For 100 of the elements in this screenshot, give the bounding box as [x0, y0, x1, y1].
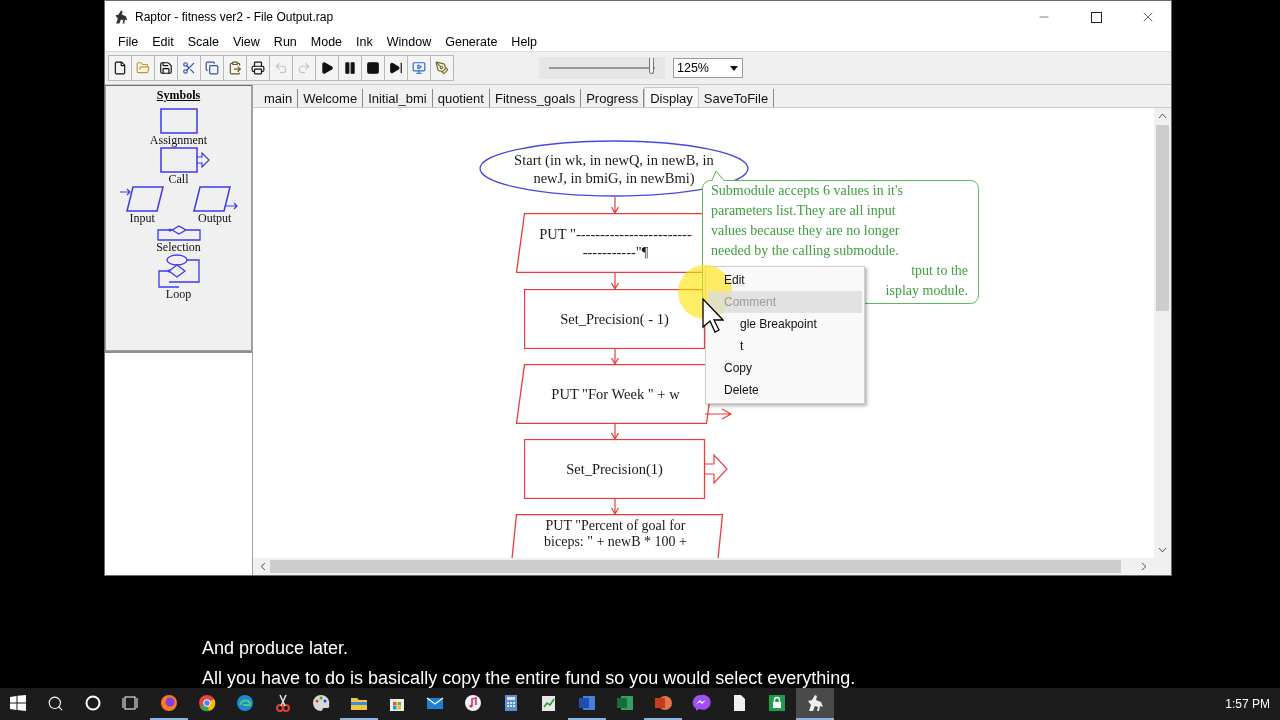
spreadsheet-icon: [615, 693, 635, 713]
copy-button[interactable]: [200, 55, 224, 81]
menu-item[interactable]: Mode: [303, 35, 350, 49]
connector-arrow: [610, 349, 620, 364]
pause-button[interactable]: [338, 55, 362, 81]
task-view-icon: [122, 695, 140, 711]
music-note-icon: [463, 693, 483, 713]
panel-title: Symbols: [156, 88, 201, 103]
output-symbol-icon[interactable]: [191, 186, 238, 212]
chat-bubble-icon: [691, 693, 711, 713]
connector-arrow: [610, 273, 620, 289]
menu-item[interactable]: t: [708, 335, 862, 357]
windows-logo-icon: [10, 695, 26, 711]
tab[interactable]: SaveToFile: [698, 89, 775, 107]
menu-item[interactable]: Generate: [438, 35, 505, 49]
selection-symbol-icon[interactable]: [156, 225, 201, 241]
symbol-text: PUT "Percent of goal for biceps: " + newB * 100 +: [544, 518, 687, 550]
symbol-text: Start (in wk, in newQ, in newB, in newJ, in bmiG, in newBmi): [514, 150, 714, 186]
menu-item[interactable]: Edit: [145, 35, 181, 49]
presentation-icon: [653, 693, 673, 713]
symbol-text: Set_Precision(1): [566, 460, 663, 478]
wave-icon: [235, 693, 255, 713]
comment-text: tput to the isplay module.: [885, 262, 968, 300]
printer-icon: [251, 61, 265, 75]
connector-arrow: [610, 499, 620, 514]
zoom-dropdown[interactable]: 125%: [673, 58, 743, 78]
scrollbar-thumb[interactable]: [1156, 125, 1169, 311]
search-icon: [46, 694, 64, 712]
menu-item[interactable]: Copy: [708, 357, 862, 379]
subtitle-text: And produce later.: [202, 638, 350, 658]
copy-icon: [205, 61, 219, 75]
menu-item[interactable]: Ink: [349, 35, 380, 49]
call-symbol[interactable]: [524, 439, 729, 499]
play-icon: [320, 61, 334, 75]
clipboard-icon: [228, 61, 242, 75]
symbol-text: PUT "For Week " + w: [551, 385, 680, 403]
symbol-label: Call: [168, 173, 189, 186]
tab[interactable]: Initial_bmi: [363, 89, 433, 107]
symbol-label: Selection: [156, 241, 201, 254]
tab[interactable]: main: [259, 89, 299, 107]
browser-icon: [197, 693, 217, 713]
stop-icon: [366, 61, 380, 75]
loop-symbol-icon[interactable]: [156, 254, 201, 288]
palette-icon: [311, 693, 331, 713]
globe-icon: [159, 693, 179, 713]
play-screen-icon: [412, 61, 426, 75]
symbol-label: Assignment: [149, 134, 208, 147]
connector-arrow: [610, 197, 620, 213]
window-title: Raptor - fitness ver2 - File Output.rap: [135, 10, 335, 24]
tab[interactable]: Welcome: [298, 89, 364, 107]
undo-icon: [274, 61, 288, 75]
input-symbol-icon[interactable]: [119, 186, 166, 212]
step-button[interactable]: [384, 55, 408, 81]
subtitle-text: All you have to do is basically copy the entire fund so you would select everything.: [202, 668, 857, 688]
scrollbar-thumb[interactable]: [270, 560, 1121, 573]
ring-icon: [85, 695, 101, 711]
dinosaur-icon: [805, 693, 825, 713]
tab[interactable]: Fitness_goals: [489, 89, 582, 107]
scissors-icon: [182, 61, 196, 75]
new-button[interactable]: [108, 55, 132, 81]
connector-arrow: [610, 424, 620, 439]
redo-icon: [297, 61, 311, 75]
document-icon: [577, 693, 597, 713]
maximize-icon: [1090, 11, 1102, 23]
scissors-icon: [273, 693, 293, 713]
slider-thumb[interactable]: [648, 58, 654, 74]
symbol-label: Input: [129, 212, 155, 225]
call-symbol-icon[interactable]: [159, 147, 210, 173]
save-icon: [159, 61, 173, 75]
assignment-symbol-icon[interactable]: [159, 108, 198, 134]
lock-icon: [767, 693, 787, 713]
symbol-text: Set_Precision( - 1): [560, 310, 669, 328]
ink-button[interactable]: [430, 55, 454, 81]
comment-text: Submodule accepts 6 values in it's parameters list.They are all input values because they are no longer needed by the calling submodule.: [711, 182, 903, 260]
zoom-slider[interactable]: [539, 57, 665, 79]
taskbar-app-button[interactable]: [796, 688, 834, 720]
symbol-text: PUT "------------------------ -----------"¶: [539, 225, 692, 261]
print-button[interactable]: [246, 55, 270, 81]
tab[interactable]: Display: [644, 87, 699, 108]
run-button[interactable]: [315, 55, 339, 81]
menu-item[interactable]: Window: [379, 35, 439, 49]
step-icon: [389, 61, 403, 75]
symbol-label: Output: [198, 212, 232, 225]
tab[interactable]: quotient: [432, 89, 490, 107]
menu-item[interactable]: Help: [504, 35, 545, 49]
new-file-icon: [113, 61, 127, 75]
menu-item[interactable]: Delete: [708, 379, 862, 401]
paste-button[interactable]: [223, 55, 247, 81]
cut-button[interactable]: [177, 55, 201, 81]
stop-button[interactable]: [361, 55, 385, 81]
pen-icon: [435, 61, 449, 75]
dinosaur-icon: [113, 9, 129, 25]
menu-item[interactable]: Run: [266, 35, 304, 49]
menu-item[interactable]: View: [226, 35, 267, 49]
clock: 1:57 PM: [1225, 697, 1270, 711]
folder-icon: [136, 61, 150, 75]
menu-item[interactable]: File: [111, 35, 146, 49]
save-button[interactable]: [154, 55, 178, 81]
pause-icon: [343, 61, 357, 75]
menu-item[interactable]: Scale: [180, 35, 226, 49]
